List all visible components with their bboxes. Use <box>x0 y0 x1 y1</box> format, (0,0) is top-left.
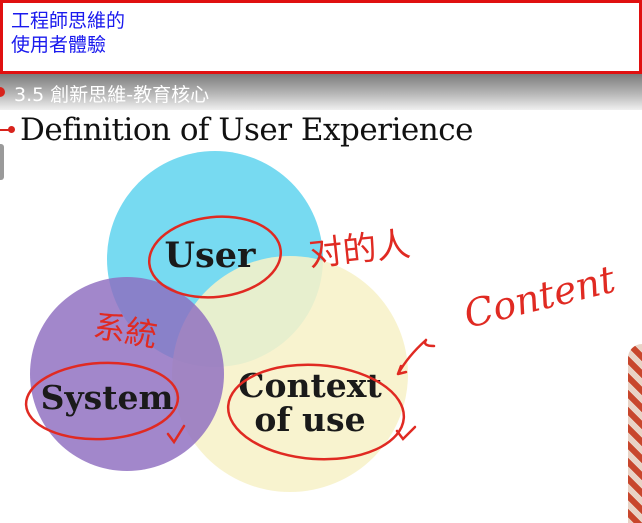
user-label: User <box>165 235 256 276</box>
annotation-box: 工程師思維的 使用者體驗 <box>0 0 642 74</box>
context-handwritten-note: Content <box>460 257 621 337</box>
presenter-edge <box>628 344 642 523</box>
context-label-line2: of use <box>254 400 365 439</box>
annotation-line-2: 使用者體驗 <box>11 34 107 56</box>
video-frame[interactable]: 3.5 創新思維-教育核心 Definition of User Experie… <box>0 74 642 523</box>
annotation-line-1: 工程師思維的 <box>11 10 126 32</box>
user-handwritten-note: 对的人 <box>307 225 413 275</box>
system-circle <box>30 277 224 471</box>
venn-diagram: User System Context of use 对的人 系統 Conten… <box>24 151 621 492</box>
system-label: System <box>41 378 174 417</box>
